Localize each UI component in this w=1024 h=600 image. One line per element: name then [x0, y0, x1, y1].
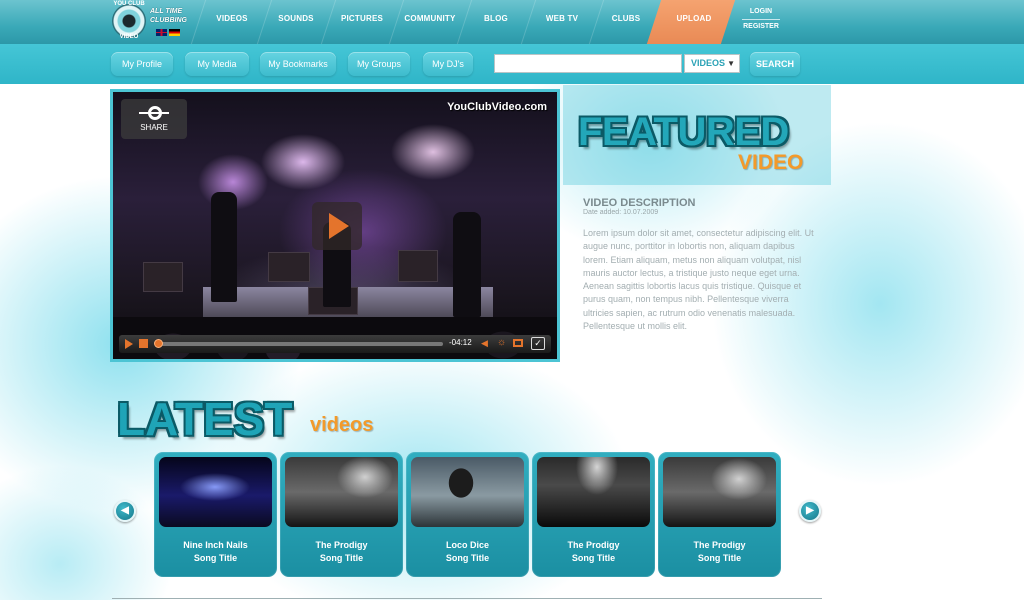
- search-button[interactable]: SEARCH: [750, 52, 800, 76]
- search-category-select[interactable]: VIDEOS ▼: [684, 54, 740, 73]
- video-watermark: YouClubVideo.com: [447, 101, 547, 113]
- stop-icon[interactable]: [139, 339, 148, 348]
- nav-pictures[interactable]: PICTURES: [328, 0, 396, 44]
- carousel-next-button[interactable]: ▶: [799, 500, 821, 522]
- video-screen[interactable]: SHARE YouClubVideo.com -04:12 ◀ ☼ ✓: [113, 92, 557, 359]
- video-card-artist: Loco Dice: [445, 540, 489, 550]
- nav-community[interactable]: COMMUNITY: [396, 0, 464, 44]
- time-remaining: -04:12: [449, 338, 472, 347]
- latest-subheading: videos: [310, 414, 374, 436]
- video-player: SHARE YouClubVideo.com -04:12 ◀ ☼ ✓: [110, 89, 560, 362]
- my-profile-button[interactable]: My Profile: [111, 52, 173, 76]
- my-djs-button[interactable]: My DJ's: [423, 52, 473, 76]
- progress-track[interactable]: [157, 342, 443, 346]
- brightness-icon[interactable]: ☼: [497, 337, 506, 348]
- my-media-button[interactable]: My Media: [185, 52, 249, 76]
- video-description-text: Lorem ipsum dolor sit amet, consectetur …: [583, 228, 814, 332]
- search-input[interactable]: [494, 54, 682, 73]
- nav-web-tv[interactable]: WEB TV: [528, 0, 596, 44]
- big-play-button[interactable]: [312, 202, 362, 250]
- video-card-song: Song Title: [193, 553, 238, 563]
- top-navigation-bar: YOU CLUB VIDEO ALL TIME CLUBBING VIDEOS …: [0, 0, 1024, 44]
- stage-amp: [143, 262, 183, 292]
- eye-logo-icon: [112, 4, 146, 38]
- nav-blog[interactable]: BLOG: [464, 0, 528, 44]
- video-thumbnail[interactable]: [537, 457, 650, 527]
- video-card-artist: The Prodigy: [567, 540, 620, 550]
- video-card[interactable]: The Prodigy Song Title: [532, 452, 655, 577]
- share-icon: [139, 104, 169, 120]
- video-description-title: VIDEO DESCRIPTION: [583, 197, 696, 209]
- my-groups-button[interactable]: My Groups: [348, 52, 410, 76]
- player-controls: -04:12 ◀ ☼ ✓: [119, 335, 551, 353]
- performer: [453, 212, 481, 317]
- play-icon[interactable]: [125, 339, 133, 349]
- video-thumbnail[interactable]: [285, 457, 398, 527]
- video-card[interactable]: Nine Inch Nails Song Title: [154, 452, 277, 577]
- fullscreen-icon[interactable]: ✓: [531, 337, 545, 350]
- volume-icon[interactable]: ◀: [481, 338, 488, 349]
- tagline-line2: CLUBBING: [150, 17, 187, 24]
- nav-sounds[interactable]: SOUNDS: [264, 0, 328, 44]
- latest-heading: LATEST: [117, 393, 293, 445]
- video-card-song: Song Title: [697, 553, 742, 563]
- carousel-prev-button[interactable]: ◀: [114, 500, 136, 522]
- nav-clubs[interactable]: CLUBS: [596, 0, 656, 44]
- stage-amp: [398, 250, 438, 282]
- user-menu-bar: My Profile My Media My Bookmarks My Grou…: [0, 44, 1024, 84]
- video-thumbnail[interactable]: [411, 457, 524, 527]
- featured-subheading: VIDEO: [738, 151, 804, 174]
- performer: [211, 192, 237, 302]
- video-card-song: Song Title: [319, 553, 364, 563]
- uk-flag-icon[interactable]: [156, 29, 167, 36]
- auth-links: LOGIN REGISTER: [736, 6, 786, 33]
- video-card[interactable]: The Prodigy Song Title: [658, 452, 781, 577]
- login-link[interactable]: LOGIN: [736, 6, 786, 18]
- logo-text-top: YOU CLUB: [113, 1, 145, 7]
- progress-handle[interactable]: [154, 339, 163, 348]
- auth-divider: [742, 19, 780, 20]
- tagline: ALL TIME CLUBBING: [150, 7, 200, 25]
- video-card[interactable]: The Prodigy Song Title: [280, 452, 403, 577]
- nav-videos[interactable]: VIDEOS: [200, 0, 264, 44]
- video-thumbnail[interactable]: [159, 457, 272, 527]
- share-label: SHARE: [140, 123, 168, 132]
- screen-size-icon[interactable]: [513, 339, 523, 347]
- nav-upload[interactable]: UPLOAD: [656, 0, 732, 44]
- chevron-down-icon: ▼: [727, 59, 735, 68]
- video-date-added: Date added: 10.07.2009: [583, 209, 659, 216]
- site-logo[interactable]: YOU CLUB VIDEO ALL TIME CLUBBING: [110, 1, 200, 42]
- logo-text-bottom: VIDEO: [119, 34, 139, 40]
- register-link[interactable]: REGISTER: [736, 21, 786, 33]
- video-card[interactable]: Loco Dice Song Title: [406, 452, 529, 577]
- video-card-artist: Nine Inch Nails: [183, 540, 248, 550]
- video-thumbnail[interactable]: [663, 457, 776, 527]
- footer-divider: [112, 598, 822, 599]
- video-card-artist: The Prodigy: [693, 540, 746, 550]
- tagline-line1: ALL TIME: [150, 8, 183, 15]
- stage-amp: [268, 252, 310, 282]
- video-card-artist: The Prodigy: [315, 540, 368, 550]
- featured-heading: FEATURED: [578, 110, 789, 154]
- video-card-song: Song Title: [571, 553, 616, 563]
- video-card-song: Song Title: [445, 553, 490, 563]
- share-button[interactable]: SHARE: [121, 99, 187, 139]
- germany-flag-icon[interactable]: [169, 29, 180, 36]
- search-category-value: VIDEOS: [691, 58, 726, 68]
- my-bookmarks-button[interactable]: My Bookmarks: [260, 52, 336, 76]
